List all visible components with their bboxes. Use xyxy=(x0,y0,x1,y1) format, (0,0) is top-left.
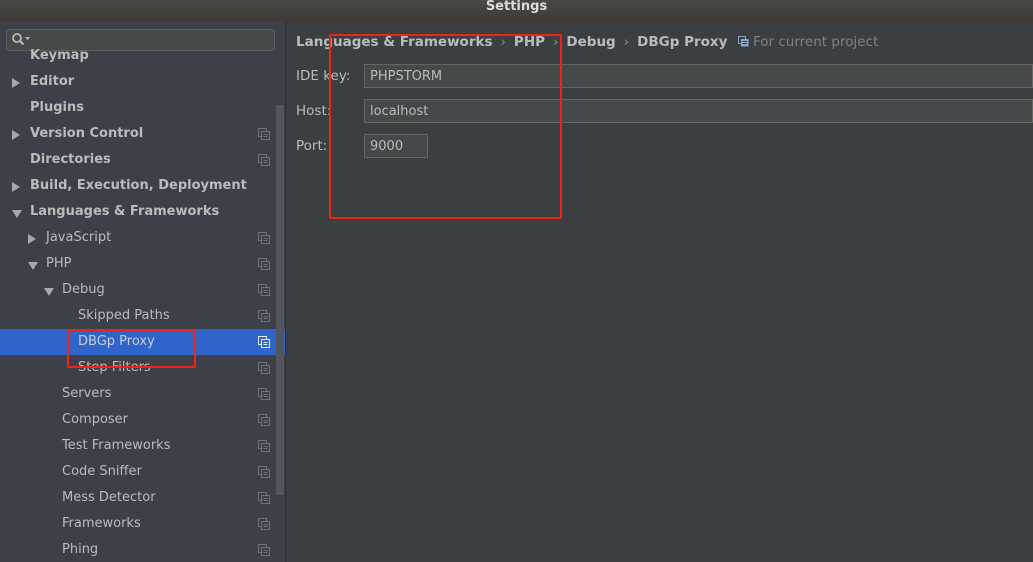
sidebar-item-test-frameworks[interactable]: Test Frameworks xyxy=(0,433,285,459)
sidebar-item-label: Languages & Frameworks xyxy=(30,204,220,219)
breadcrumb-separator: › xyxy=(623,34,630,50)
sidebar-item-label: JavaScript xyxy=(46,230,112,245)
sidebar-item-version-control[interactable]: Version Control xyxy=(0,121,285,147)
host-input[interactable] xyxy=(364,99,1033,123)
expand-arrow-right-icon[interactable] xyxy=(12,182,20,192)
project-scope-icon xyxy=(258,154,270,166)
sidebar-item-step-filters[interactable]: Step Filters xyxy=(0,355,285,381)
project-scope-icon xyxy=(258,440,270,452)
ide-key-input[interactable] xyxy=(364,64,1033,88)
project-scope-icon xyxy=(258,544,270,556)
expand-arrow-right-icon[interactable] xyxy=(28,234,36,244)
sidebar-item-label: Skipped Paths xyxy=(78,308,170,323)
sidebar-item-plugins[interactable]: Plugins xyxy=(0,95,285,121)
sidebar-item-frameworks[interactable]: Frameworks xyxy=(0,511,285,537)
project-scope-icon xyxy=(258,388,270,400)
breadcrumb-item-dbgp-proxy: DBGp Proxy xyxy=(637,34,728,50)
settings-sidebar: Keymap Editor Plugins Version Control Direct… xyxy=(0,21,285,562)
sidebar-item-composer[interactable]: Composer xyxy=(0,407,285,433)
sidebar-item-skipped-paths[interactable]: Skipped Paths xyxy=(0,303,285,329)
sidebar-item-servers[interactable]: Servers xyxy=(0,381,285,407)
sidebar-item-label: PHP xyxy=(46,256,72,271)
breadcrumb-separator: › xyxy=(553,34,559,50)
breadcrumb: Languages & Frameworks › PHP › Debug › DBGp Pr… xyxy=(296,33,727,51)
sidebar-item-label: DBGp Proxy xyxy=(78,334,155,349)
sidebar-item-label: Directories xyxy=(30,152,111,167)
sidebar-item-code-sniffer[interactable]: Code Sniffer xyxy=(0,459,285,485)
sidebar-item-label: Keymap xyxy=(30,48,89,63)
breadcrumb-item-languages-frameworks: Languages & Frameworks xyxy=(296,34,493,50)
sidebar-item-label: Plugins xyxy=(30,100,84,115)
breadcrumb-item-debug: Debug xyxy=(566,34,616,50)
sidebar-item-mess-detector[interactable]: Mess Detector xyxy=(0,485,285,511)
sidebar-item-label: Code Sniffer xyxy=(62,464,142,479)
sidebar-scrollbar[interactable] xyxy=(276,105,284,495)
breadcrumb-item-php: PHP xyxy=(513,34,546,50)
sidebar-item-languages-frameworks[interactable]: Languages & Frameworks xyxy=(0,199,285,225)
sidebar-item-label: Mess Detector xyxy=(62,490,156,505)
project-scope-icon xyxy=(738,36,749,47)
for-current-project-hint: For current project xyxy=(738,33,878,51)
project-scope-icon xyxy=(258,336,270,348)
sidebar-item-label: Test Frameworks xyxy=(62,438,171,453)
sidebar-item-label: Version Control xyxy=(30,126,144,141)
project-scope-icon xyxy=(258,232,270,244)
project-scope-icon xyxy=(258,518,270,530)
sidebar-item-label: Step Filters xyxy=(78,360,151,375)
breadcrumb-separator: › xyxy=(500,34,506,50)
project-scope-icon xyxy=(258,414,270,426)
project-scope-icon xyxy=(258,492,270,504)
sidebar-item-phing[interactable]: Phing xyxy=(0,537,285,562)
window-titlebar: Settings xyxy=(0,0,1033,21)
sidebar-item-label: Phing xyxy=(62,542,99,557)
port-label: Port: xyxy=(296,138,328,154)
project-scope-icon xyxy=(258,466,270,478)
expand-arrow-down-icon[interactable] xyxy=(44,288,54,296)
port-input[interactable] xyxy=(364,134,428,158)
project-scope-icon xyxy=(258,362,270,374)
expand-arrow-right-icon[interactable] xyxy=(12,130,20,140)
project-scope-icon xyxy=(258,128,270,140)
sidebar-item-editor[interactable]: Editor xyxy=(0,69,285,95)
window-title: Settings xyxy=(485,0,548,14)
expand-arrow-down-icon[interactable] xyxy=(12,210,22,218)
expand-arrow-down-icon[interactable] xyxy=(28,262,38,270)
expand-arrow-right-icon[interactable] xyxy=(12,78,20,88)
sidebar-item-javascript[interactable]: JavaScript xyxy=(0,225,285,251)
project-scope-icon xyxy=(258,284,270,296)
sidebar-item-label: Editor xyxy=(30,74,75,89)
sidebar-item-debug[interactable]: Debug xyxy=(0,277,285,303)
for-current-project-label: For current project xyxy=(753,34,879,50)
sidebar-item-keymap[interactable]: Keymap xyxy=(0,43,285,69)
sidebar-item-label: Debug xyxy=(62,282,105,297)
sidebar-item-label: Servers xyxy=(62,386,112,401)
sidebar-item-php[interactable]: PHP xyxy=(0,251,285,277)
sidebar-item-build-execution-deployment[interactable]: Build, Execution, Deployment xyxy=(0,173,285,199)
sidebar-item-label: Composer xyxy=(62,412,129,427)
sidebar-item-label: Frameworks xyxy=(62,516,141,531)
project-scope-icon xyxy=(258,258,270,270)
settings-content: Languages & Frameworks › PHP › Debug › DBGp Pr… xyxy=(286,21,1033,562)
sidebar-item-directories[interactable]: Directories xyxy=(0,147,285,173)
ide-key-label: IDE key: xyxy=(296,68,351,84)
host-label: Host: xyxy=(296,103,332,119)
sidebar-item-label: Build, Execution, Deployment xyxy=(30,178,247,193)
sidebar-item-dbgp-proxy[interactable]: DBGp Proxy xyxy=(0,329,285,355)
project-scope-icon xyxy=(258,310,270,322)
